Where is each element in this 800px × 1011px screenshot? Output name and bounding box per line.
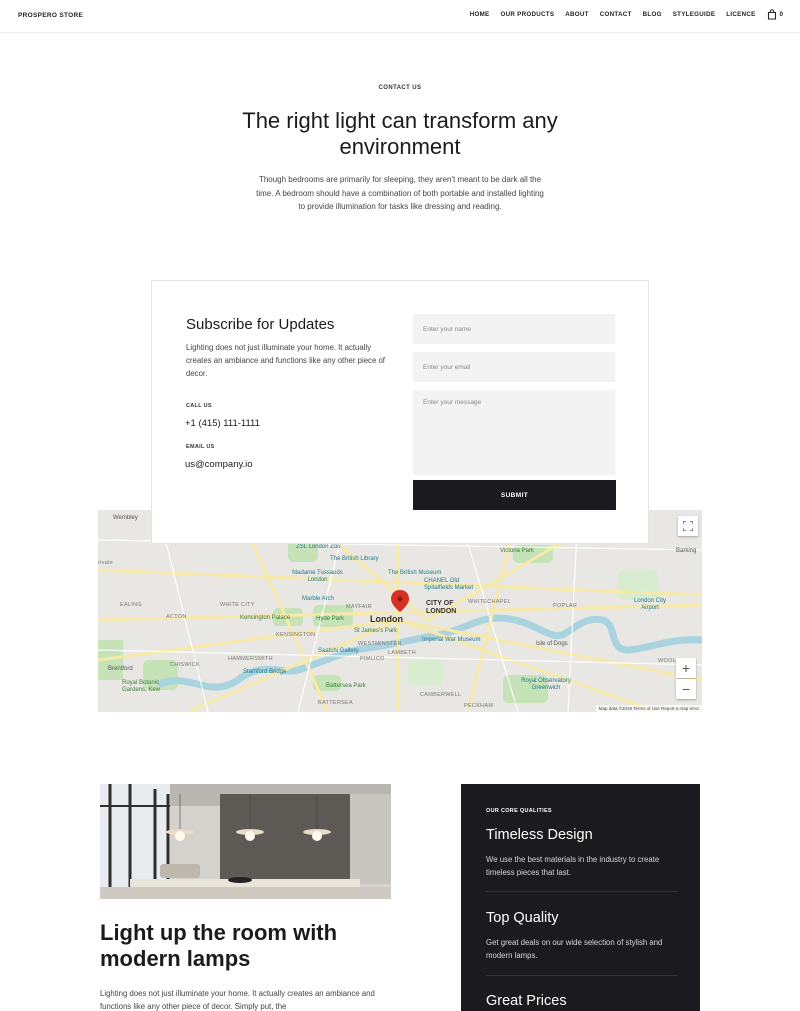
map-label-woolwich: WOOL [658,658,677,664]
quality-item: Timeless Design We use the best material… [486,827,678,879]
quality-divider [486,891,678,892]
map-label-ealing: EALING [120,602,142,608]
shopping-bag-icon [767,9,776,20]
interior-photo [100,784,391,899]
site-header: PROSPERO STORE HOME OUR PRODUCTS ABOUT C… [0,0,800,33]
phone-number[interactable]: +1 (415) 111-1111 [185,418,260,429]
email-address[interactable]: us@company.io [185,459,253,470]
map-label-white-city: WHITE CITY [220,602,255,608]
quality-title: Top Quality [486,910,559,926]
nav-blog[interactable]: BLOG [643,11,662,18]
quality-divider [486,975,678,976]
map-label-whitechapel: WHITECHAPEL [468,599,512,605]
map-label-rivale: rivale [98,560,113,566]
map-label-st-james-park: St James's Park [354,628,398,634]
map-label-poplar: POPLAR [553,603,578,609]
map-label-city-of-london: CITY OF LONDON [426,600,457,615]
map-label-battersea: BATTERSEA [318,700,353,706]
map-label-hammersmith: HAMMERSMITH [228,656,273,662]
map-label-war-museum: Imperial War Museum [422,637,481,643]
quality-item: Top Quality Get great deals on our wide … [486,910,678,962]
map-label-camberwell: CAMBERWELL [420,692,462,698]
cart-button[interactable]: 0 [767,9,783,20]
name-input[interactable] [413,314,615,344]
section-title: Light up the room with modern lamps [100,920,338,971]
brand-logo[interactable]: PROSPERO STORE [18,12,83,19]
map-label-kew: Royal Botanic Gardens, Kew [122,680,161,693]
subscribe-card: Subscribe for Updates Lighting does not … [151,280,649,544]
subscribe-body: Lighting does not just illuminate your h… [186,343,385,378]
nav-contact[interactable]: CONTACT [600,11,632,18]
quality-title: Timeless Design [486,827,593,843]
cart-count: 0 [779,11,783,18]
map-label-victoria-park: Victoria Park [500,548,534,554]
map-label-kensington: KENSINGTON [276,632,316,638]
map-label-mayfair: MAYFAIR [346,604,372,610]
map-label-acton: ACTON [166,614,187,620]
nav-our-products[interactable]: OUR PRODUCTS [500,11,554,18]
map-label-city-airport: London City Airport [633,598,667,611]
map-label-saatchi: Saatchi Gallery [318,648,359,654]
message-textarea[interactable] [413,390,615,475]
map-label-stamford-bridge: Stamford Bridge [243,669,287,675]
fullscreen-button[interactable] [678,516,698,536]
nav-styleguide[interactable]: STYLEGUIDE [673,11,716,18]
map-label-pimlico: PIMLICO [360,656,385,662]
hero-eyebrow: CONTACT US [378,85,422,91]
map-label-observatory: Royal Observatory Greenwich [521,678,571,691]
call-us-label: CALL US [186,403,212,409]
hero-title: The right light can transform any enviro… [242,108,558,159]
interior-image [100,784,391,899]
nav-home[interactable]: HOME [470,11,490,18]
nav-licence[interactable]: LICENCE [726,11,755,18]
map-label-library: The British Library [330,556,379,562]
map-label-kensington-palace: Kensington Palace [240,615,291,621]
qualities-eyebrow: OUR CORE QUALITIES [486,808,552,814]
map-label-barking: Barking [676,548,697,554]
map-label-madame-tussauds: Madame Tussauds London [292,570,343,583]
map-label-london: London [370,614,403,624]
main-nav: HOME OUR PRODUCTS ABOUT CONTACT BLOG STY… [459,9,783,20]
submit-button[interactable]: SUBMIT [413,480,616,510]
hero-body: Though bedrooms are primarily for sleepi… [256,175,544,211]
map-attribution[interactable]: Map data ©2019 Terms of Use Report a map… [595,705,702,712]
nav-about[interactable]: ABOUT [565,11,589,18]
map-label-westminster: WESTMINSTER [358,641,402,647]
map-label-zsl: ZSL London Zoo [296,544,341,550]
section-body: Lighting does not just illuminate your h… [100,989,375,1011]
map-label-wembley: Wembley [113,515,138,521]
email-input[interactable] [413,352,615,382]
quality-item: Great Prices [486,993,678,1009]
fullscreen-icon [683,521,693,531]
map-label-battersea-park: Battersea Park [326,683,366,689]
subscribe-title: Subscribe for Updates [186,316,335,333]
map-label-hyde-park: Hyde Park [316,616,345,622]
quality-text: Get great deals on our wide selection of… [486,938,663,960]
map-label-lambeth: LAMBETH [388,650,417,656]
map-label-british-museum: The British Museum [388,570,442,576]
map-label-chiswick: CHISWICK [170,662,200,668]
map-label-isle-of-dogs: Isle of Dogs [536,641,568,647]
map-label-marble-arch: Marble Arch [302,596,335,602]
zoom-in-button[interactable]: + [676,658,696,678]
quality-text: We use the best materials in the industr… [486,855,660,877]
map-label-chanel: CHANEL Old Spitalfields Market [424,578,474,591]
map-label-brentford: Brentford [108,666,133,672]
email-us-label: EMAIL US [186,444,215,450]
zoom-out-button[interactable]: − [676,679,696,699]
quality-title: Great Prices [486,993,567,1009]
map-label-peckham: PECKHAM [464,703,494,709]
core-qualities-panel: OUR CORE QUALITIES Timeless Design We us… [461,784,700,1011]
